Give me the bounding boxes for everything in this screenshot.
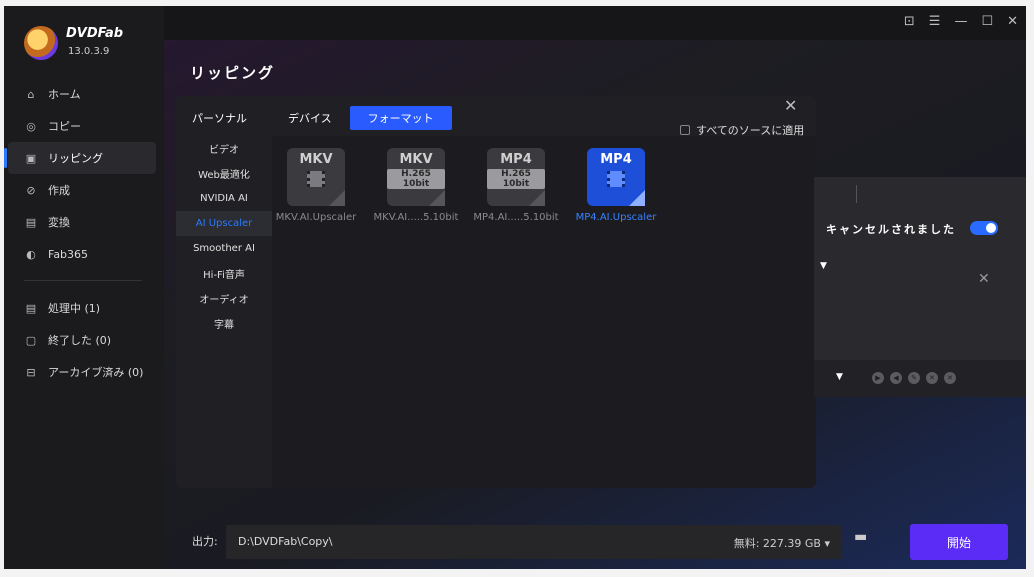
sidebar-item-copy[interactable]: ◎ コピー — [4, 110, 164, 142]
sidebar-divider — [24, 280, 142, 281]
queue-item-label: 処理中 (1) — [48, 302, 101, 315]
app-version: 13.0.3.9 — [68, 46, 110, 57]
output-label: 出力: — [192, 535, 218, 548]
processing-icon: ▤ — [25, 301, 37, 315]
queue-item-label: アーカイブ済み (0) — [48, 366, 144, 379]
skin-icon[interactable]: ⊡ — [904, 14, 915, 29]
queue-item-processing[interactable]: ▤ 処理中 (1) — [4, 292, 164, 324]
sidebar-item-convert[interactable]: ▤ 変換 — [4, 206, 164, 238]
sidebar-item-home[interactable]: ⌂ ホーム — [4, 78, 164, 110]
mkv-format-icon: MKV — [287, 148, 345, 206]
category-smoother-ai[interactable]: Smoother AI — [176, 236, 272, 261]
checkbox-icon — [680, 125, 690, 135]
sidebar-item-label: 作成 — [48, 184, 70, 197]
format-label: MKV.AI.Upscaler — [275, 212, 357, 223]
title-bar: ⊡ ☰ — ☐ ✕ — [164, 6, 1026, 40]
ripper-icon: ▣ — [25, 151, 37, 165]
format-grid: MKV MKV.AI.Upscaler MKV H.265 10bit MKV.… — [272, 148, 660, 223]
output-path-field[interactable]: D:\DVDFab\Copy\ 無料: 227.39 GB ▾ — [226, 525, 842, 559]
tab-device[interactable]: デバイス — [282, 107, 338, 129]
convert-icon: ▤ — [25, 215, 37, 229]
category-video[interactable]: ビデオ — [176, 136, 272, 161]
sidebar-item-label: リッピング — [48, 152, 103, 165]
remove-task-icon[interactable]: ✕ — [978, 271, 990, 287]
dropdown-arrow-icon[interactable]: ▼ — [820, 261, 827, 271]
app-window: DVDFab 13.0.3.9 ⌂ ホーム ◎ コピー ▣ リッピング ⊘ 作成… — [4, 6, 1026, 569]
sidebar-item-label: コピー — [48, 120, 81, 133]
format-mkv-h265-10bit[interactable]: MKV H.265 10bit MKV.AI.....5.10bit — [372, 148, 460, 223]
queue-item-label: 終了した (0) — [48, 334, 112, 347]
output-bar: 出力: D:\DVDFab\Copy\ 無料: 227.39 GB ▾ ▬ 開始 — [164, 515, 1026, 569]
queue-item-archived[interactable]: ⊟ アーカイブ済み (0) — [4, 356, 164, 388]
output-path: D:\DVDFab\Copy\ — [238, 535, 333, 548]
mkv-h265-format-icon: MKV H.265 10bit — [387, 148, 445, 206]
app-brand: DVDFab — [66, 26, 124, 41]
menu-icon[interactable]: ☰ — [929, 14, 941, 29]
category-web[interactable]: Web最適化 — [176, 161, 272, 186]
create-icon: ⊘ — [26, 183, 36, 197]
mp4-h265-format-icon: MP4 H.265 10bit — [487, 148, 545, 206]
free-space[interactable]: 無料: 227.39 GB ▾ — [734, 535, 830, 551]
profile-tabs: デバイス フォーマット — [282, 106, 452, 130]
task-queue: ▤ 処理中 (1) ▢ 終了した (0) ⊟ アーカイブ済み (0) — [4, 292, 164, 388]
queue-item-finished[interactable]: ▢ 終了した (0) — [4, 324, 164, 356]
archive-icon: ⊟ — [26, 365, 36, 379]
tools-icon[interactable]: ✕ — [926, 372, 938, 384]
back-icon[interactable]: ◀ — [890, 372, 902, 384]
format-label: MP4.AI.....5.10bit — [473, 212, 559, 223]
close-icon[interactable]: ✕ — [1007, 14, 1018, 29]
category-hifi-audio[interactable]: Hi-Fi音声 — [176, 261, 272, 286]
dvdfab-logo — [24, 26, 58, 60]
panel-close-icon[interactable]: ✕ — [784, 96, 797, 115]
finished-icon: ▢ — [25, 333, 37, 347]
panel-separator — [856, 185, 857, 203]
category-nvidia-ai[interactable]: NVIDIA AI — [176, 186, 272, 211]
maximize-icon[interactable]: ☐ — [981, 14, 993, 29]
page-title: リッピング — [190, 64, 276, 82]
format-mp4-ai-upscaler[interactable]: MP4 MP4.AI.Upscaler — [572, 148, 660, 223]
mp4-format-icon: MP4 — [587, 148, 645, 206]
main-area: リッピング パーソナル デバイス フォーマット ✕ すべてのソースに適用 ビデオ… — [164, 40, 1026, 569]
sidebar-nav: ⌂ ホーム ◎ コピー ▣ リッピング ⊘ 作成 ▤ 変換 ◐ Fab365 — [4, 78, 164, 270]
folder-icon[interactable]: ▬ — [854, 529, 876, 551]
format-mp4-h265-10bit[interactable]: MP4 H.265 10bit MP4.AI.....5.10bit — [472, 148, 560, 223]
format-label: MP4.AI.Upscaler — [575, 212, 657, 223]
sidebar-item-fab365[interactable]: ◐ Fab365 — [4, 238, 164, 270]
delete-icon[interactable]: ✕ — [944, 372, 956, 384]
category-ai-upscaler[interactable]: AI Upscaler — [176, 211, 272, 236]
category-list: ビデオ Web最適化 NVIDIA AI AI Upscaler Smoothe… — [176, 136, 272, 336]
category-header: パーソナル — [192, 112, 247, 125]
tab-format[interactable]: フォーマット — [349, 106, 452, 130]
sidebar-item-label: ホーム — [48, 88, 81, 101]
sidebar: DVDFab 13.0.3.9 ⌂ ホーム ◎ コピー ▣ リッピング ⊘ 作成… — [4, 6, 164, 569]
profile-panel: パーソナル デバイス フォーマット ✕ すべてのソースに適用 ビデオ Web最適… — [176, 96, 816, 488]
task-status-panel: キャンセルされました ▼ ✕ ▼ ▶ ◀ ✎ ✕ ✕ — [814, 177, 1026, 397]
minimize-icon[interactable]: — — [954, 14, 967, 29]
play-icon[interactable]: ▶ — [872, 372, 884, 384]
status-toggle[interactable] — [970, 221, 998, 235]
category-audio[interactable]: オーディオ — [176, 286, 272, 311]
format-mkv-ai-upscaler[interactable]: MKV MKV.AI.Upscaler — [272, 148, 360, 223]
sidebar-item-ripper[interactable]: ▣ リッピング — [4, 142, 156, 174]
copy-icon: ◎ — [26, 119, 36, 133]
status-text: キャンセルされました — [826, 223, 956, 236]
category-subtitle[interactable]: 字幕 — [176, 311, 272, 336]
task-controls: ▼ ▶ ◀ ✎ ✕ ✕ — [814, 360, 1026, 397]
fab365-icon: ◐ — [26, 247, 36, 261]
start-button[interactable]: 開始 — [910, 524, 1008, 560]
edit-icon[interactable]: ✎ — [908, 372, 920, 384]
sidebar-item-label: Fab365 — [48, 247, 89, 261]
sidebar-item-label: 変換 — [48, 216, 70, 229]
format-label: MKV.AI.....5.10bit — [373, 212, 459, 223]
sidebar-item-create[interactable]: ⊘ 作成 — [4, 174, 164, 206]
home-icon: ⌂ — [27, 87, 35, 101]
expand-arrow-icon[interactable]: ▼ — [836, 372, 843, 382]
